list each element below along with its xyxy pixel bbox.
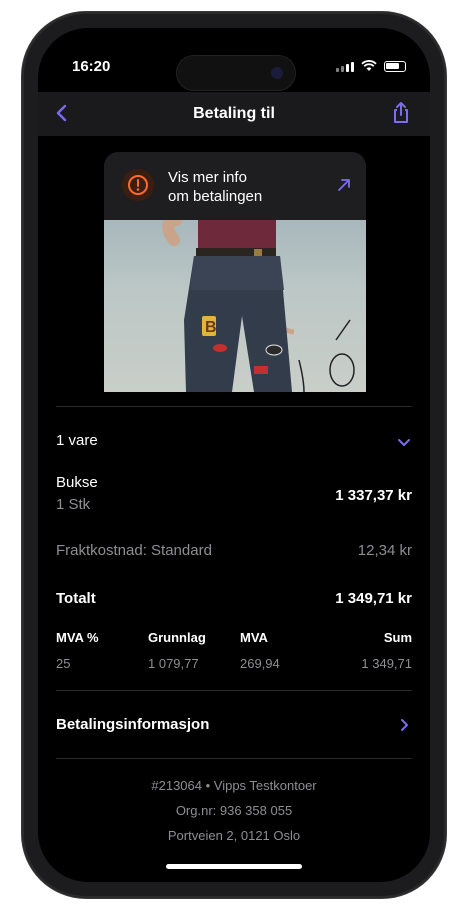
vat-value-row: 25 1 079,77 269,94 1 349,71 (56, 656, 412, 674)
shipping-price: 12,34 kr (357, 542, 412, 559)
dynamic-island (176, 55, 296, 91)
vat-value-rate: 25 (56, 656, 71, 671)
total-row: Totalt 1 349,71 kr (56, 590, 412, 610)
merchant-org-number: Org.nr: 936 358 055 (175, 803, 293, 818)
payment-info-label: Betalingsinformasjon (56, 716, 210, 733)
vat-header-sum: Sum (383, 630, 412, 645)
merchant-name: #213064 • Vipps Testkontoer (151, 778, 317, 793)
navigation-bar: Betaling til (38, 92, 430, 136)
screen: 16:20 Betaling til Vis mer info om betal… (38, 28, 430, 882)
chevron-down-icon (398, 439, 410, 446)
info-card-line2: om betalingen (168, 188, 263, 205)
total-price: 1 349,71 kr (335, 590, 412, 607)
vat-value-sum: 1 349,71 (361, 656, 412, 671)
svg-text:B: B (205, 319, 217, 336)
wifi-icon (361, 60, 377, 71)
item-price: 1 337,37 kr (335, 487, 412, 504)
vat-header-rate: MVA % (56, 630, 99, 645)
total-label: Totalt (56, 590, 96, 607)
info-icon (128, 175, 148, 195)
divider (56, 758, 412, 759)
payment-info-card[interactable]: Vis mer info om betalingen (104, 152, 366, 220)
info-card-text: Vis mer info om betalingen (168, 168, 318, 206)
merchant-address: Portveien 2, 0121 Oslo (167, 828, 301, 843)
vat-header-row: MVA % Grunnlag MVA Sum (56, 630, 412, 648)
shipping-row: Fraktkostnad: Standard 12,34 kr (56, 542, 412, 562)
line-item: Bukse 1 Stk 1 337,37 kr (56, 474, 412, 520)
home-indicator[interactable] (166, 864, 302, 869)
signal-icon (336, 62, 354, 72)
page-title: Betaling til (193, 105, 275, 122)
share-button[interactable] (386, 98, 416, 128)
camera-icon (271, 67, 283, 79)
vat-header-vat: MVA (240, 630, 268, 645)
status-bar: 16:20 (38, 28, 430, 91)
divider (56, 690, 412, 691)
vat-value-base: 1 079,77 (148, 656, 199, 671)
vat-value-vat: 269,94 (240, 656, 280, 671)
share-icon (394, 102, 408, 123)
items-count-label: 1 vare (56, 432, 98, 449)
product-image: B (104, 220, 366, 392)
items-toggle-row[interactable]: 1 vare (56, 432, 412, 456)
phone-frame: 16:20 Betaling til Vis mer info om betal… (22, 12, 446, 898)
info-card-line1: Vis mer info (168, 169, 247, 186)
vat-header-base: Grunnlag (148, 630, 206, 645)
chevron-right-icon (401, 719, 408, 731)
arrow-up-right-icon (338, 179, 350, 191)
product-photo-illustration: B (162, 220, 355, 392)
shipping-label: Fraktkostnad: Standard (56, 542, 212, 559)
status-time: 16:20 (72, 58, 111, 75)
info-icon-badge (122, 169, 154, 201)
divider (56, 406, 412, 407)
status-icons (336, 60, 406, 72)
battery-icon (384, 61, 406, 72)
payment-info-row[interactable]: Betalingsinformasjon (56, 716, 412, 740)
